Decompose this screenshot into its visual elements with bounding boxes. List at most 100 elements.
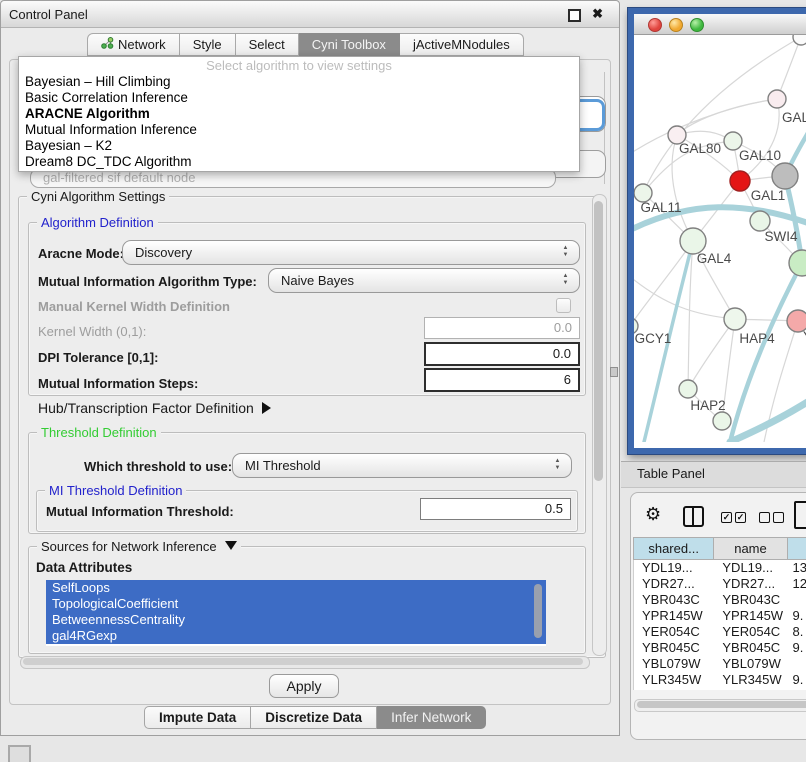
network-node-label: GAL80 — [679, 141, 721, 156]
algorithm-option-bayesian-hill-climbing[interactable]: Bayesian – Hill Climbing — [19, 74, 579, 90]
mi-steps-field[interactable]: 6 — [424, 368, 580, 392]
table-cell: YDL19... — [714, 560, 788, 576]
network-view-window: GALGAL80GAL10GAL1GAL11SWI4GAL4GCY1HAP4YH… — [628, 8, 806, 454]
network-canvas[interactable]: GALGAL80GAL10GAL1GAL11SWI4GAL4GCY1HAP4YH… — [634, 35, 806, 442]
dpi-tolerance-field[interactable]: 0.0 — [424, 342, 580, 366]
network-node[interactable] — [772, 163, 798, 189]
table-cell: YDR27... — [634, 576, 714, 592]
network-node-swi4[interactable] — [750, 211, 770, 231]
network-node[interactable] — [789, 250, 806, 276]
attributes-scrollbar-thumb[interactable] — [534, 584, 542, 638]
settings-hscrollbar[interactable] — [20, 656, 590, 669]
show-columns-icon[interactable]: ✓ — [721, 512, 732, 523]
collapsed-panel-icon[interactable] — [8, 745, 31, 762]
algorithm-option-aracne-algorithm[interactable]: ARACNE Algorithm — [19, 106, 579, 122]
table-cell: YIL052C — [634, 688, 714, 690]
table-row[interactable]: YDL19...YDL19...13 — [634, 560, 806, 576]
table-panel-titlebar[interactable]: Table Panel — [621, 461, 806, 488]
table-row[interactable]: YBR045CYBR045C9. — [634, 640, 806, 656]
attribute-item-topologicalcoefficient[interactable]: TopologicalCoefficient — [46, 596, 546, 612]
data-attributes-list[interactable]: SelfLoopsTopologicalCoefficientBetweenne… — [46, 580, 546, 646]
attribute-item-gal4rgexp[interactable]: gal4RGexp — [46, 628, 546, 644]
network-node[interactable] — [713, 412, 731, 430]
network-window-titlebar[interactable] — [634, 14, 806, 35]
table-cell: YPR145W — [714, 608, 788, 624]
kernel-width-field[interactable]: 0.0 — [424, 317, 580, 339]
split-view-icon[interactable] — [683, 506, 704, 527]
bottom-tab-discretize-data[interactable]: Discretize Data — [251, 706, 377, 729]
collapse-down-icon — [225, 541, 237, 550]
manual-kernel-checkbox[interactable] — [556, 298, 571, 313]
tab-style[interactable]: Style — [180, 33, 236, 56]
tab-jactivemnodules[interactable]: jActiveMNodules — [400, 33, 524, 56]
tab-label: Select — [249, 34, 285, 55]
table-cell: YDL19... — [634, 560, 714, 576]
algorithm-option-basic-correlation-inference[interactable]: Basic Correlation Inference — [19, 90, 579, 106]
hide-columns-icon[interactable] — [773, 512, 784, 523]
column-header-clipped[interactable] — [788, 537, 806, 560]
which-threshold-combo[interactable]: MI Threshold — [232, 453, 572, 478]
table-cell: YBR043C — [634, 592, 714, 608]
table-cell — [789, 592, 806, 608]
network-node-gal1[interactable] — [730, 171, 750, 191]
column-header-shared[interactable]: shared... — [633, 537, 714, 560]
bottom-tab-impute-data[interactable]: Impute Data — [144, 706, 251, 729]
algorithm-option-bayesian-k2[interactable]: Bayesian – K2 — [19, 138, 579, 154]
mi-type-combo[interactable]: Naive Bayes — [268, 268, 580, 293]
table-row[interactable]: YER054CYER054C8. — [634, 624, 806, 640]
zoom-window-icon[interactable] — [690, 18, 704, 32]
which-threshold-value: MI Threshold — [245, 458, 321, 473]
close-window-icon[interactable] — [648, 18, 662, 32]
control-panel-tabs: NetworkStyle Select Cyni Toolbox jActiveMNo… — [87, 33, 524, 56]
manual-kernel-label: Manual Kernel Width Definition — [38, 299, 230, 314]
dropdown-placeholder: Select algorithm to view settings — [19, 57, 579, 74]
tab-select[interactable]: Select — [236, 33, 299, 56]
settings-gear-icon[interactable]: ⚙ — [645, 505, 661, 523]
bottom-tabs: Impute DataDiscretize DataInfer Network — [144, 706, 486, 729]
apply-button[interactable]: Apply — [269, 674, 339, 698]
table-row[interactable]: YIL052CYIL052C9 — [634, 688, 806, 690]
minimize-window-icon[interactable] — [669, 18, 683, 32]
tab-network[interactable]: Network — [87, 33, 180, 56]
table-row[interactable]: YBR043CYBR043C — [634, 592, 806, 608]
network-node-label: HAP2 — [690, 398, 725, 413]
table-row[interactable]: YPR145WYPR145W9. — [634, 608, 806, 624]
table-cell: 8. — [789, 624, 806, 640]
algorithm-option-mutual-information-inference[interactable]: Mutual Information Inference — [19, 122, 579, 138]
table-body: YDL19...YDL19...13YDR27...YDR27...12YBR0… — [633, 560, 806, 690]
table-hscrollbar-thumb[interactable] — [637, 701, 806, 708]
sources-group-title[interactable]: Sources for Network Inference — [37, 539, 241, 554]
table-row[interactable]: YDR27...YDR27...12 — [634, 576, 806, 592]
float-window-icon[interactable] — [568, 9, 581, 22]
settings-hscrollbar-thumb[interactable] — [23, 658, 583, 665]
settings-scrollbar[interactable] — [592, 194, 607, 656]
network-node-gal[interactable] — [768, 90, 786, 108]
bottom-tab-infer-network[interactable]: Infer Network — [377, 706, 486, 729]
table-row[interactable]: YBL079WYBL079W — [634, 656, 806, 672]
attribute-item-betweennesscentrality[interactable]: BetweennessCentrality — [46, 612, 546, 628]
tab-label: Cyni Toolbox — [312, 34, 386, 55]
control-panel-titlebar[interactable]: Control Panel ✖ — [1, 1, 619, 28]
close-panel-icon[interactable]: ✖ — [592, 6, 603, 22]
algorithm-option-dream8-dc-tdc-algorithm[interactable]: Dream8 DC_TDC Algorithm — [19, 154, 579, 170]
mi-threshold-field[interactable]: 0.5 — [420, 498, 571, 520]
hub-definition-expander[interactable]: Hub/Transcription Factor Definition — [38, 400, 271, 416]
tab-cyni-toolbox[interactable]: Cyni Toolbox — [299, 33, 400, 56]
table-hscrollbar[interactable] — [634, 699, 806, 712]
table-row[interactable]: YLR345WYLR345W9. — [634, 672, 806, 688]
table-cell: YBR045C — [714, 640, 788, 656]
network-node[interactable] — [793, 35, 806, 45]
show-columns-icon[interactable]: ✓ — [735, 512, 746, 523]
network-node-hap2[interactable] — [679, 380, 697, 398]
kernel-width-label: Kernel Width (0,1): — [38, 324, 146, 339]
splitter-handle[interactable] — [610, 367, 618, 377]
hide-columns-icon[interactable] — [759, 512, 770, 523]
document-icon[interactable] — [794, 501, 806, 529]
network-node-hap4[interactable] — [724, 308, 746, 330]
attribute-item-selfloops[interactable]: SelfLoops — [46, 580, 546, 596]
network-graph: GALGAL80GAL10GAL1GAL11SWI4GAL4GCY1HAP4YH… — [634, 35, 806, 442]
sources-title-text: Sources for Network Inference — [41, 539, 217, 554]
settings-scrollbar-thumb[interactable] — [594, 201, 603, 481]
aracne-mode-combo[interactable]: Discovery — [122, 240, 580, 265]
column-header-name[interactable]: name — [714, 537, 787, 560]
